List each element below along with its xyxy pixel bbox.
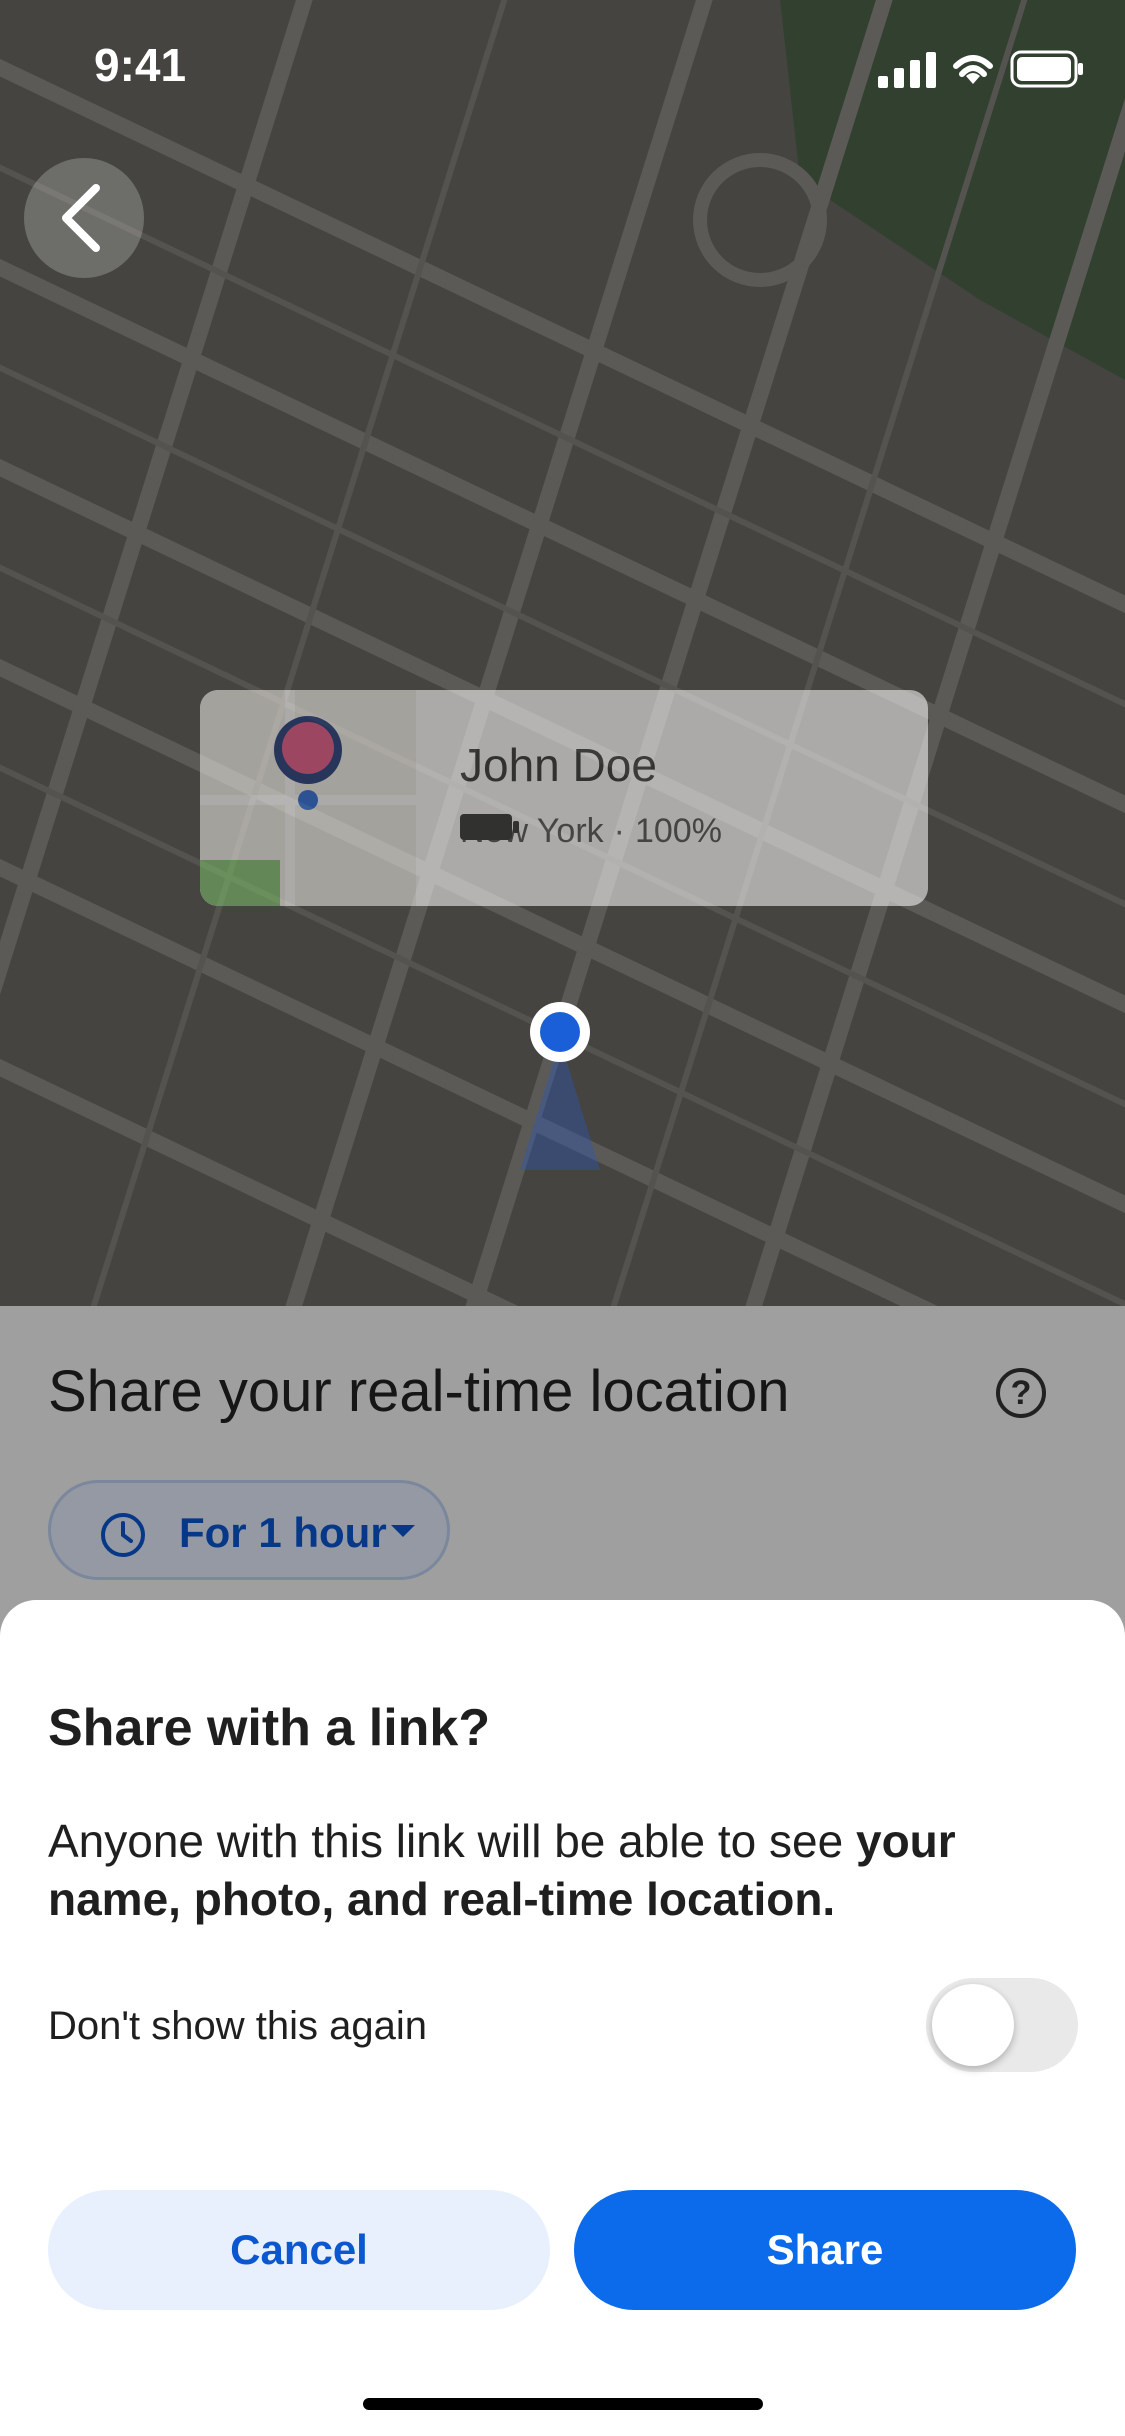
cancel-button[interactable]: Cancel [48,2190,550,2310]
location-card[interactable]: John Doe New York · 100% [200,690,928,906]
separator: · [613,812,625,850]
dont-show-again-row: Don't show this again [48,1978,1078,2074]
map-view[interactable]: John Doe New York · 100% [0,0,1125,1306]
dialog-message-text: Anyone with this link will be able to se… [48,1815,856,1867]
contact-name: John Doe [460,739,657,791]
battery-level: 100% [634,812,722,850]
wifi-icon [953,55,993,84]
dialog-title: Share with a link? [48,1699,491,1757]
status-bar: 9:41 [0,0,1125,140]
battery-icon [460,814,519,840]
location-details: New York · 100% [460,812,722,851]
share-button[interactable]: Share [574,2190,1076,2310]
toggle-label: Don't show this again [48,2004,427,2048]
cellular-signal-icon [878,52,936,88]
avatar-pin-icon [200,690,416,906]
dialog-message: Anyone with this link will be able to se… [48,1812,1068,1928]
chevron-left-icon [62,184,100,252]
battery-status-icon [1010,50,1083,88]
current-location-icon [520,1002,600,1170]
share-link-dialog: Share with a link? Anyone with this link… [0,1600,1125,2436]
dont-show-again-toggle[interactable] [926,1978,1078,2072]
toggle-knob [932,1984,1014,2066]
status-time: 9:41 [94,39,187,91]
home-indicator [363,2398,763,2410]
mini-map-thumbnail [200,690,416,906]
back-button[interactable] [24,158,144,278]
